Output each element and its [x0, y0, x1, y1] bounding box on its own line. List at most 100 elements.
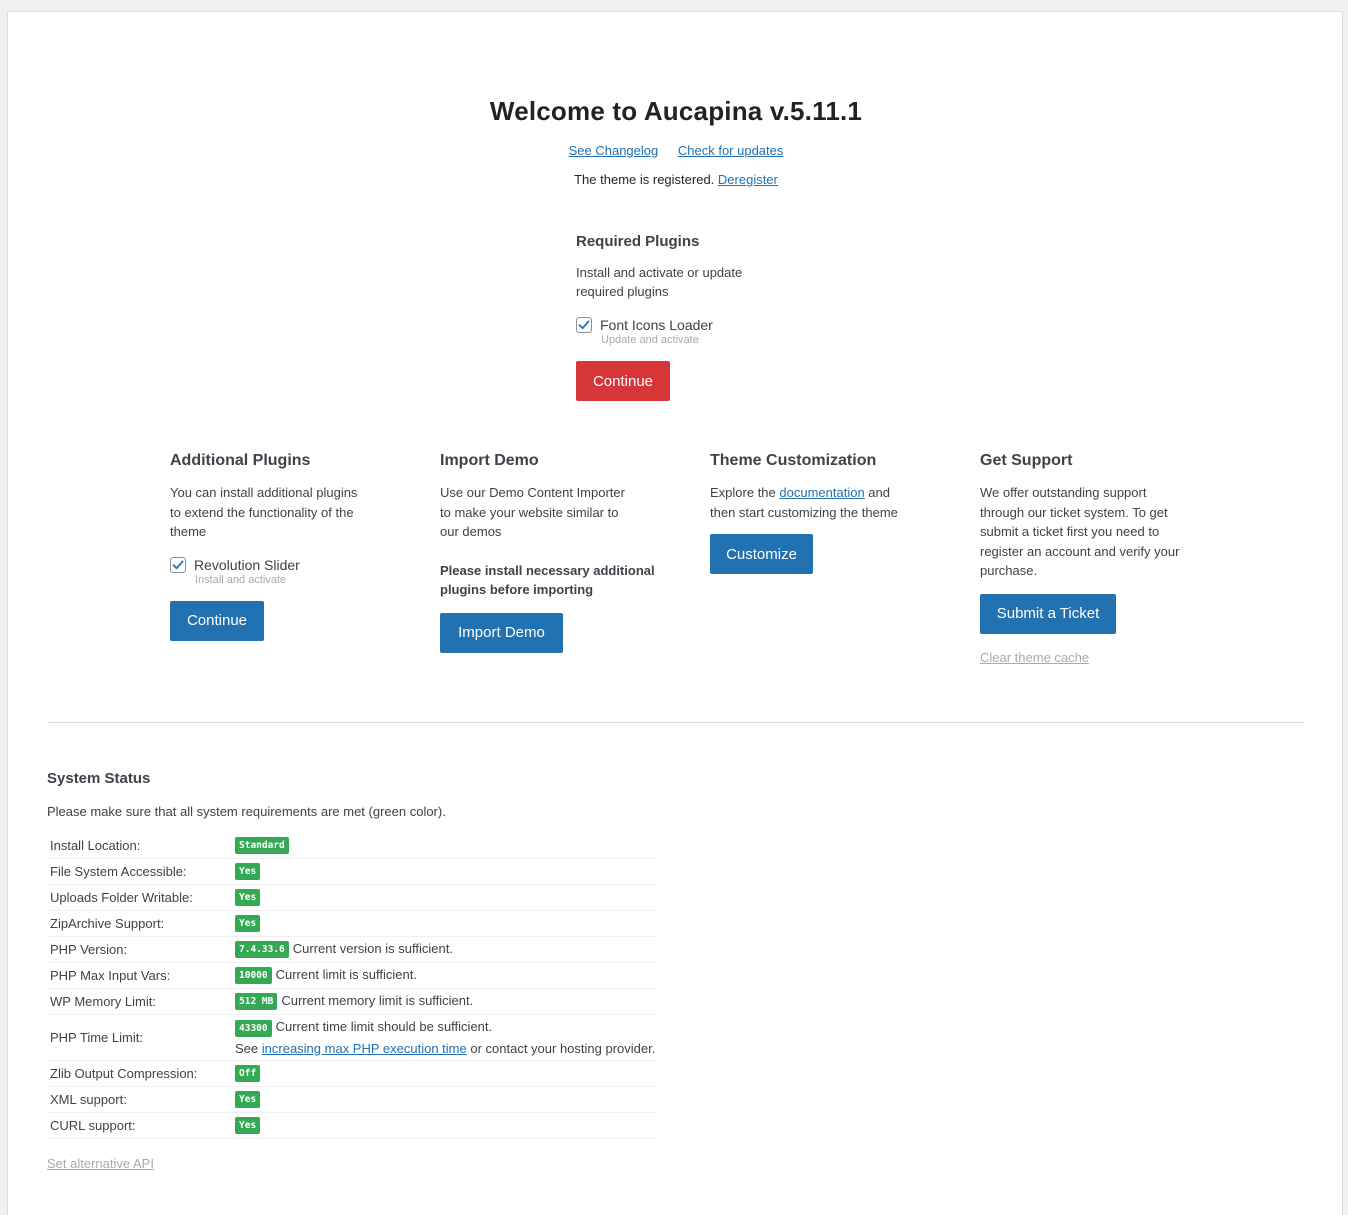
required-plugins-title: Required Plugins [576, 233, 700, 250]
additional-plugins-section: Additional Plugins You can install addit… [170, 452, 410, 641]
import-demo-section: Import Demo Use our Demo Content Importe… [440, 452, 680, 653]
section-divider [47, 722, 1304, 723]
system-status-section: System Status Please make sure that all … [47, 770, 747, 1171]
status-label: PHP Max Input Vars: [47, 962, 232, 990]
status-value: Standard [232, 833, 659, 860]
theme-customization-section: Theme Customization Explore the document… [710, 452, 950, 574]
status-badge: 512 MB [235, 993, 278, 1011]
theme-customization-title: Theme Customization [710, 452, 877, 469]
status-badge: Yes [235, 889, 261, 907]
status-badge: Yes [235, 863, 261, 881]
submit-ticket-button[interactable]: Submit a Ticket [980, 593, 1116, 634]
time-limit-see-text: See [235, 1040, 259, 1056]
status-row: PHP Time Limit: 43300 Current time limit s… [47, 1014, 659, 1061]
status-note: Current time limit should be sufficient. [275, 1019, 493, 1035]
additional-plugins-description: You can install additional plugins to ex… [170, 485, 358, 539]
status-label: WP Memory Limit: [47, 988, 232, 1016]
status-value: Yes [232, 884, 659, 912]
status-row: ZipArchive Support: Yes [47, 910, 659, 938]
status-label: PHP Version: [47, 936, 232, 964]
required-plugin-item: Font Icons Loader Update and activate [576, 317, 816, 346]
status-label: ZipArchive Support: [47, 910, 232, 938]
checkmark-icon [578, 320, 590, 330]
status-row: XML support: Yes [47, 1086, 659, 1113]
system-status-title: System Status [47, 770, 151, 787]
get-support-section: Get Support We offer outstanding support… [980, 452, 1220, 665]
status-row: Install Location: Standard [47, 833, 659, 860]
status-row: Uploads Folder Writable: Yes [47, 884, 659, 912]
status-badge: Off [235, 1064, 261, 1082]
required-plugins-description: Install and activate or update required … [576, 265, 743, 299]
status-value: 43300 Current time limit should be suffic… [232, 1014, 659, 1061]
additional-plugins-title: Additional Plugins [170, 452, 311, 469]
customization-text-before: Explore the [710, 485, 776, 500]
status-note: Current limit is sufficient. [275, 967, 417, 983]
import-demo-title: Import Demo [440, 452, 539, 469]
revolution-slider-checkbox[interactable] [170, 556, 186, 573]
additional-continue-button[interactable]: Continue [170, 600, 264, 641]
status-label: CURL support: [47, 1112, 232, 1139]
status-row: WP Memory Limit: 512 MB Current memory lim… [47, 988, 659, 1016]
checkmark-icon [172, 560, 184, 569]
status-value: 512 MB Current memory limit is sufficient… [232, 988, 659, 1016]
status-row: File System Accessible: Yes [47, 858, 659, 886]
import-demo-button[interactable]: Import Demo [440, 612, 563, 653]
required-plugins-section: Required Plugins Install and activate or… [576, 233, 816, 401]
registration-status: The theme is registered. Deregister [8, 172, 1344, 187]
welcome-header: Welcome to Aucapina v.5.11.1 See Changel… [8, 96, 1344, 187]
status-row: CURL support: Yes [47, 1112, 659, 1139]
check-updates-link[interactable]: Check for updates [678, 143, 784, 158]
time-limit-help: See increasing max PHP execution time or… [235, 1041, 655, 1056]
status-label: File System Accessible: [47, 858, 232, 886]
status-badge: 43300 [235, 1019, 272, 1037]
clear-theme-cache-link[interactable]: Clear theme cache [980, 650, 1089, 665]
theme-customization-description: Explore the documentation and then start… [710, 483, 910, 522]
status-badge: Yes [235, 1090, 261, 1108]
status-label: PHP Time Limit: [47, 1014, 232, 1061]
font-icons-loader-label: Font Icons Loader [600, 317, 713, 333]
see-changelog-link[interactable]: See Changelog [569, 143, 659, 158]
status-row: Zlib Output Compression: Off [47, 1060, 659, 1087]
status-label: Zlib Output Compression: [47, 1060, 232, 1087]
status-badge: 7.4.33.6 [235, 941, 289, 959]
get-support-description: We offer outstanding support through our… [980, 485, 1180, 578]
status-badge: Yes [235, 1116, 261, 1134]
import-demo-warning: Please install necessary additional plug… [440, 562, 655, 598]
status-note: Current memory limit is sufficient. [281, 993, 474, 1009]
set-alternative-api-link[interactable]: Set alternative API [47, 1156, 154, 1171]
status-value: Yes [232, 1086, 659, 1113]
font-icons-loader-action: Update and activate [601, 334, 699, 346]
additional-plugin-item: Revolution Slider Install and activate [170, 556, 410, 586]
system-status-table: Install Location: Standard File System Acc… [47, 833, 659, 1139]
deregister-link[interactable]: Deregister [718, 172, 778, 187]
status-badge: Yes [235, 915, 261, 933]
status-value: Yes [232, 1112, 659, 1139]
status-label: XML support: [47, 1086, 232, 1113]
documentation-link[interactable]: documentation [779, 485, 864, 500]
system-status-intro: Please make sure that all system require… [47, 804, 446, 819]
time-limit-after-text: or contact your hosting provider. [470, 1040, 656, 1056]
increase-execution-time-link[interactable]: increasing max PHP execution time [262, 1041, 467, 1056]
status-value: 7.4.33.6 Current version is sufficient. [232, 936, 659, 964]
welcome-panel: Welcome to Aucapina v.5.11.1 See Changel… [7, 11, 1343, 1215]
revolution-slider-action: Install and activate [195, 573, 287, 586]
required-continue-button[interactable]: Continue [576, 361, 670, 401]
header-links: See Changelog Check for updates [8, 143, 1344, 158]
customize-button[interactable]: Customize [710, 534, 813, 574]
status-label: Uploads Folder Writable: [47, 884, 232, 912]
registered-text: The theme is registered. [574, 172, 715, 187]
status-value: 10000 Current limit is sufficient. [232, 962, 659, 990]
font-icons-loader-checkbox[interactable] [576, 317, 592, 333]
status-note: Current version is sufficient. [292, 941, 453, 957]
status-badge: Standard [235, 837, 289, 855]
status-row: PHP Max Input Vars: 10000 Current limit is… [47, 962, 659, 990]
status-value: Yes [232, 910, 659, 938]
revolution-slider-label: Revolution Slider [194, 556, 300, 573]
get-support-title: Get Support [980, 452, 1073, 469]
status-badge: 10000 [235, 967, 272, 985]
status-value: Off [232, 1060, 659, 1087]
status-label: Install Location: [47, 833, 232, 860]
import-demo-description: Use our Demo Content Importer to make yo… [440, 485, 625, 539]
page-title: Welcome to Aucapina v.5.11.1 [489, 96, 863, 126]
status-value: Yes [232, 858, 659, 886]
